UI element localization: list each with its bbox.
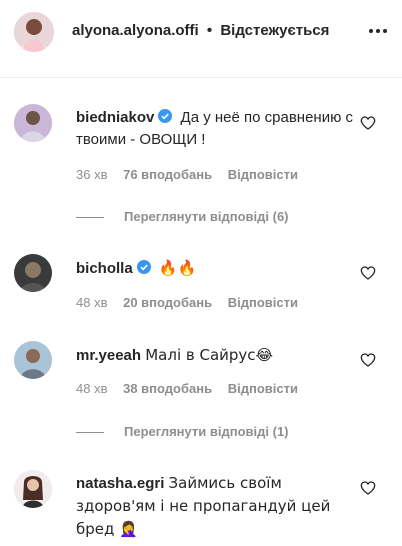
reply-button[interactable]: Відповісти [228, 167, 298, 182]
verified-badge-icon [136, 259, 151, 274]
post-header: alyona.alyona.offi • Відстежується [0, 0, 402, 78]
comment-item: natasha.egri Займись своїм здоров'ям і н… [0, 458, 402, 546]
commenter-username[interactable]: mr.yeeah [76, 347, 141, 364]
comment-body: bicholla 🔥🔥 [76, 257, 356, 280]
likes-count-button[interactable]: 76 вподобань [123, 167, 212, 182]
comment-time: 48 хв [76, 295, 108, 310]
commenter-avatar[interactable] [14, 104, 52, 142]
comment-text: Малі в Сайрус😂 [145, 346, 274, 364]
author-username[interactable]: alyona.alyona.offi [72, 22, 199, 39]
author-avatar[interactable] [14, 12, 54, 52]
comment-body: mr.yeeah Малі в Сайрус😂 [76, 344, 356, 367]
reply-button[interactable]: Відповісти [228, 381, 298, 396]
like-heart-icon[interactable] [360, 265, 376, 281]
reply-button[interactable]: Відповісти [228, 295, 298, 310]
replies-line [76, 432, 104, 434]
commenter-username[interactable]: biedniakov [76, 109, 154, 126]
comment-time: 36 хв [76, 167, 108, 182]
header-text: alyona.alyona.offi • Відстежується [72, 22, 329, 39]
like-heart-icon[interactable] [360, 480, 376, 496]
comment-body: natasha.egri Займись своїм здоров'ям і н… [76, 472, 346, 541]
commenter-avatar[interactable] [14, 470, 52, 508]
separator-dot: • [206, 22, 213, 39]
comment-body: biedniakov Да у неё по сравнению с твоим… [76, 107, 356, 151]
comment-meta: 48 хв 38 вподобань Відповісти [76, 381, 310, 396]
comment-item: biedniakov Да у неё по сравнению с твоим… [0, 78, 402, 238]
comment-item: bicholla 🔥🔥 48 хв 20 вподобань Відповіст… [0, 238, 402, 328]
comment-meta: 36 хв 76 вподобань Відповісти [76, 167, 310, 182]
follow-status-button[interactable]: Відстежується [220, 22, 329, 39]
comment-meta: 48 хв 20 вподобань Відповісти [76, 295, 310, 310]
like-heart-icon[interactable] [360, 352, 376, 368]
like-heart-icon[interactable] [360, 115, 376, 131]
view-replies-button[interactable]: Переглянути відповіді (1) [76, 424, 289, 439]
replies-line [76, 217, 104, 219]
commenter-avatar[interactable] [14, 341, 52, 379]
comment-item: mr.yeeah Малі в Сайрус😂 48 хв 38 вподоба… [0, 328, 402, 458]
commenter-avatar[interactable] [14, 254, 52, 292]
view-replies-label: Переглянути відповіді (6) [124, 209, 289, 224]
commenter-username[interactable]: bicholla [76, 260, 133, 277]
verified-badge-icon [158, 108, 173, 123]
more-dots-icon[interactable] [368, 27, 388, 35]
view-replies-label: Переглянути відповіді (1) [124, 424, 289, 439]
comment-time: 48 хв [76, 381, 108, 396]
likes-count-button[interactable]: 38 вподобань [123, 381, 212, 396]
commenter-username[interactable]: natasha.egri [76, 475, 164, 492]
comment-text: 🔥🔥 [158, 259, 197, 277]
view-replies-button[interactable]: Переглянути відповіді (6) [76, 209, 289, 224]
likes-count-button[interactable]: 20 вподобань [123, 295, 212, 310]
